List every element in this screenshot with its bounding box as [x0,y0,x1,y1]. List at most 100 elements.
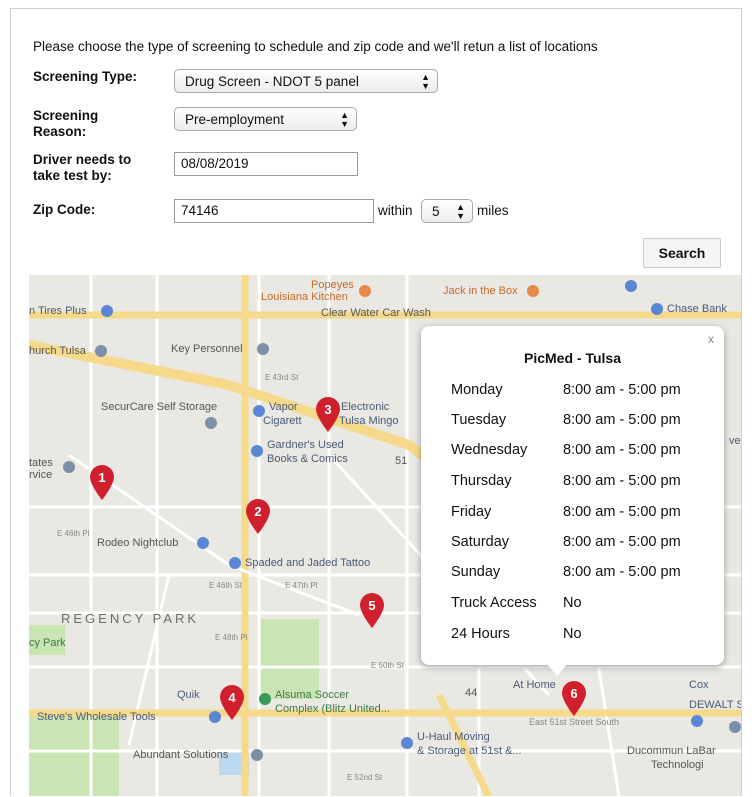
map-label-cypark: cy Park [29,637,66,649]
map-label-e46st: E 46th St [209,581,242,590]
intro-text: Please choose the type of screening to s… [33,39,598,54]
map-label-jackbox: Jack in the Box [443,285,518,297]
feature-value: No [563,626,582,642]
map-label-church: hurch Tulsa [29,345,86,357]
miles-value: 5 [432,204,440,219]
map-label-e46th: E 46th Pl [57,529,90,538]
hours-value: 8:00 am - 5:00 pm [563,382,681,398]
store-icon[interactable] [691,715,703,727]
shopping-icon[interactable] [229,557,241,569]
map-label-states: tates [29,457,53,469]
map-label-tulsamingo: Tulsa Mingo [339,415,399,427]
map-pin-number: 1 [98,470,106,485]
scheduling-panel: Please choose the type of screening to s… [10,8,742,796]
popup-title: PicMed - Tulsa [524,350,621,366]
hours-day: Friday [451,504,492,520]
map-label-uhaul1: U-Haul Moving [417,731,490,743]
select-arrows-icon: ▲ ▼ [456,202,465,221]
screening-type-select[interactable]: Drug Screen - NDOT 5 panel ▲ ▼ [174,69,438,93]
map-label-cigarettes: Cigarett [263,415,302,427]
map-label-quik: Quik [177,689,200,701]
map-label-popeyes: Popeyes [311,279,354,291]
map-label-steves: Steve's Wholesale Tools [37,711,156,723]
map-pin-2[interactable]: 2 [245,499,271,535]
map-label-books: Books & Comics [267,453,348,465]
map-label-e47th: E 47th Pl [285,581,318,590]
map-label-spaded: Spaded and Jaded Tattoo [245,557,371,569]
map-label-ven: ven [729,435,741,447]
map-label-cox: Cox [689,679,709,691]
map-pin-number: 2 [254,504,262,519]
driver-deadline-label: Driver needs to take test by: [33,152,131,184]
location-icon[interactable] [729,721,741,733]
service-icon[interactable] [63,461,75,473]
map-label-e50th: E 50th St [371,661,404,670]
office-icon[interactable] [257,343,269,355]
map-pin-3[interactable]: 3 [315,397,341,433]
screening-reason-select[interactable]: Pre-employment ▲ ▼ [174,107,357,131]
zip-code-label: Zip Code: [33,202,96,217]
screening-reason-value: Pre-employment [185,112,285,127]
driver-label-line2: take test by: [33,168,112,183]
store-icon[interactable] [101,305,113,317]
hours-day: Tuesday [451,412,507,428]
map-label-regency: REGENCY PARK [61,611,200,626]
feature-label: 24 Hours [451,626,510,642]
hours-day: Sunday [451,564,501,580]
hours-day: Monday [451,382,503,398]
map-label-east51: East 51st Street South [529,717,620,727]
screening-reason-label: Screening Reason: [33,108,98,140]
screening-type-label: Screening Type: [33,69,138,84]
map-label-athome: At Home [513,679,556,691]
restaurant-icon[interactable] [359,285,371,297]
test-date-input[interactable]: 08/08/2019 [174,152,358,176]
restaurant-icon[interactable] [527,285,539,297]
map-pin-4[interactable]: 4 [219,685,245,721]
map-pin-number: 5 [368,598,376,613]
miles-label: miles [477,203,509,218]
select-arrows-icon: ▲ ▼ [340,110,349,129]
moving-truck-icon[interactable] [401,737,413,749]
nightclub-icon[interactable] [197,537,209,549]
search-button[interactable]: Search [643,238,721,268]
miles-select[interactable]: 5 ▲ ▼ [421,199,473,223]
map-label-keypersonnel: Key Personnel [171,343,243,355]
church-icon[interactable] [95,345,107,357]
map-label-ducommun1: Ducommun LaBar [627,745,716,757]
screening-type-value: Drug Screen - NDOT 5 panel [185,74,359,89]
bank-icon[interactable] [651,303,663,315]
shopping-icon[interactable] [625,280,637,292]
map-pin-6[interactable]: 6 [561,681,587,717]
map-label-louisiana: Louisiana Kitchen [261,291,348,303]
map-pin-number: 3 [324,402,332,417]
zip-code-input[interactable]: 74146 [174,199,374,223]
map-label-rodeo: Rodeo Nightclub [97,537,179,549]
map-label-e48th: E 48th Pl [215,633,248,642]
map-label-rvice: rvice [29,469,53,481]
screening-reason-label-line2: Reason: [33,124,87,139]
storage-icon[interactable] [205,417,217,429]
popup-pointer [547,664,567,676]
close-icon[interactable]: x [708,332,714,346]
hours-value: 8:00 am - 5:00 pm [563,534,681,550]
map-label-s51: 51 [395,455,408,467]
shopping-icon[interactable] [251,445,263,457]
map-label-uhaul2: & Storage at 51st &... [417,745,522,757]
map-label-ducommun2: Technologi [651,759,704,771]
map-label-electronic: Electronic [341,401,390,413]
map-pin-1[interactable]: 1 [89,465,115,501]
map-label-vapor: Vapor [269,401,298,413]
hours-value: 8:00 am - 5:00 pm [563,412,681,428]
within-label: within [378,203,413,218]
map-label-securcare: SecurCare Self Storage [101,401,218,413]
park-icon[interactable] [259,693,271,705]
hours-day: Wednesday [451,442,528,458]
map-pin-number: 4 [228,690,236,705]
map-pin-5[interactable]: 5 [359,593,385,629]
map-label-alsuma2: Complex (Blitz United... [275,703,390,715]
map-label-tires: n Tires Plus [29,305,87,317]
driver-label-line1: Driver needs to [33,152,132,167]
map-label-clearwater: Clear Water Car Wash [321,307,431,319]
office-icon[interactable] [251,749,263,761]
hours-value: 8:00 am - 5:00 pm [563,473,681,489]
